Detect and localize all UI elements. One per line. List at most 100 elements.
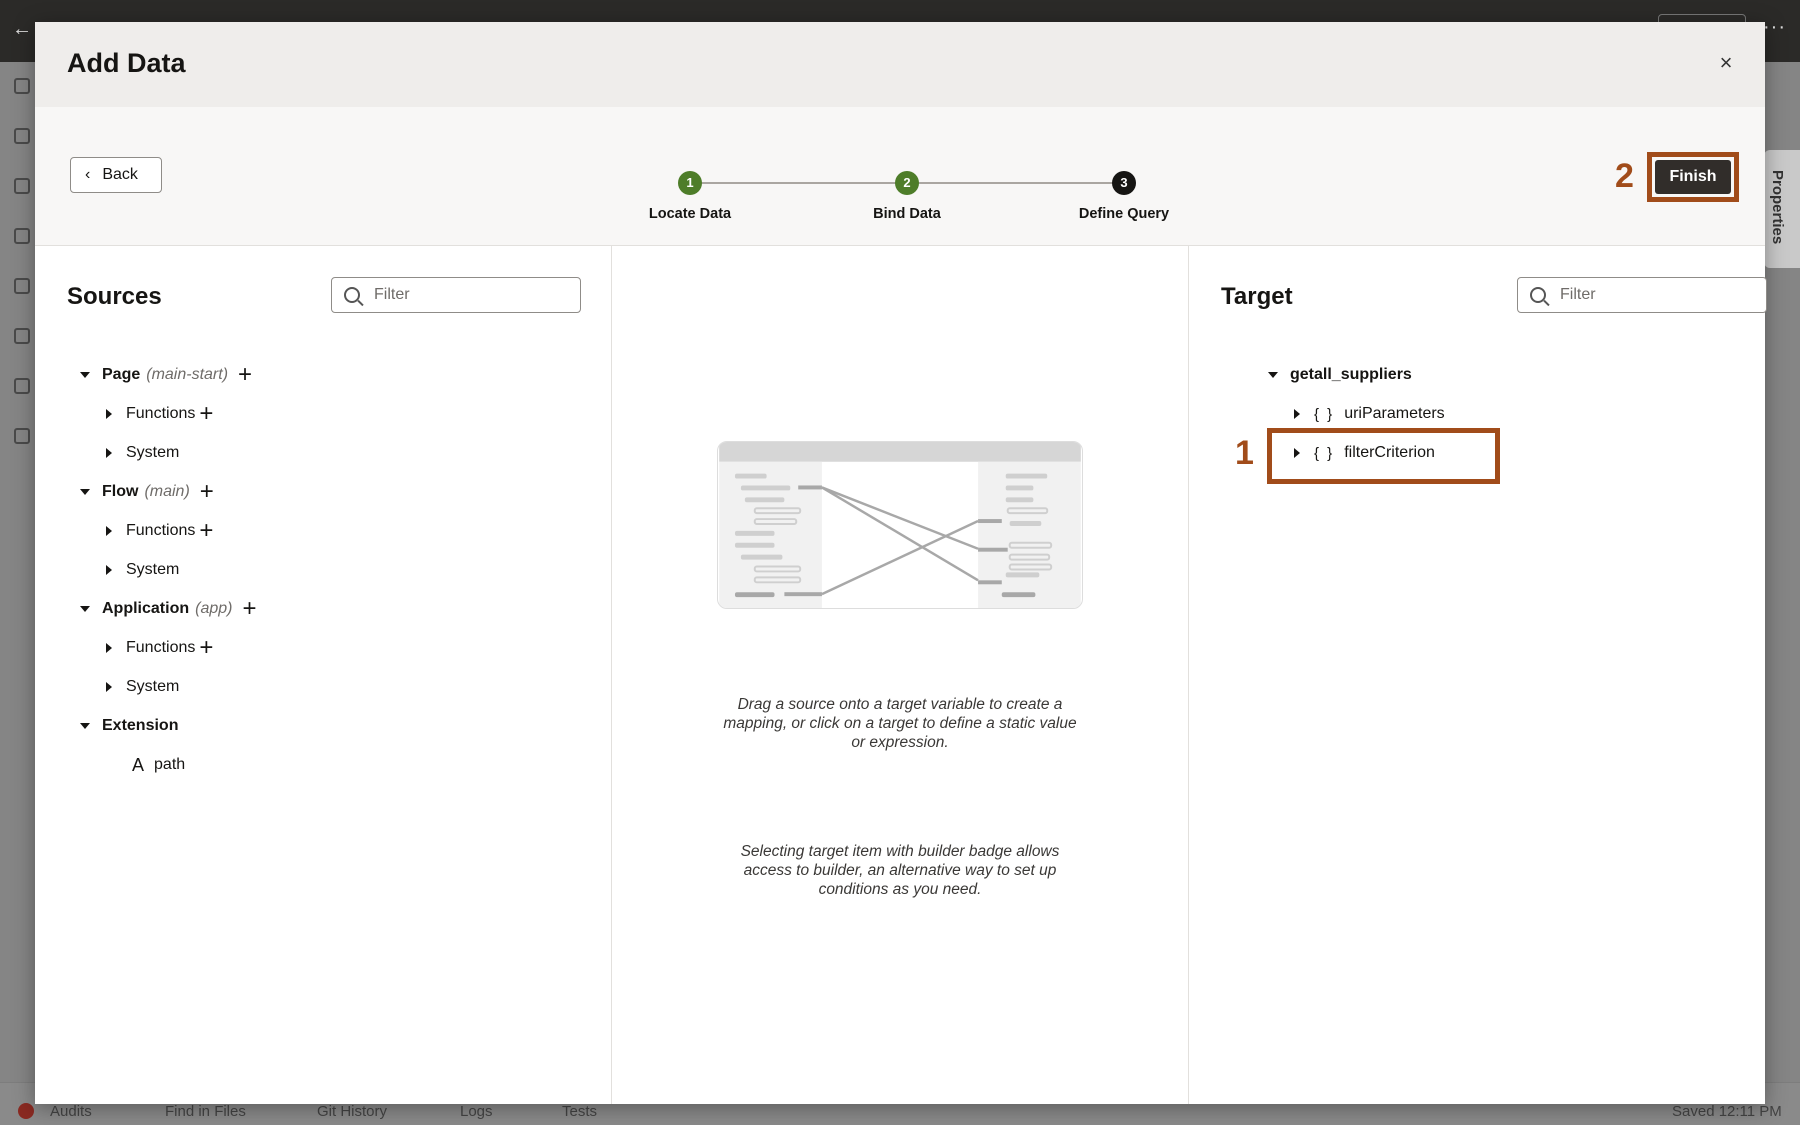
chevron-left-icon: ‹ [85, 166, 91, 183]
target-title: Target [1221, 283, 1293, 310]
caret-right-icon[interactable] [1294, 409, 1300, 419]
step-number: 3 [1112, 171, 1136, 195]
node-sublabel: (main) [144, 483, 190, 500]
node-sublabel: (app) [195, 600, 233, 617]
caret-down-icon[interactable] [80, 606, 90, 612]
annotation-number-2: 2 [1615, 157, 1634, 195]
tree-node-flow-system[interactable]: System [106, 556, 179, 584]
designer-icon[interactable] [14, 78, 30, 94]
caret-down-icon[interactable] [80, 723, 90, 729]
node-label: Flow [102, 483, 139, 500]
target-panel: Target getall_suppliers { } uriParameter… [1189, 246, 1767, 1104]
node-label: System [126, 561, 180, 578]
annotation-number-1: 1 [1235, 434, 1254, 472]
plus-icon[interactable]: + [200, 480, 214, 504]
bottom-tab-logs[interactable]: Logs [460, 1103, 493, 1120]
bottom-tab-find[interactable]: Find in Files [165, 1103, 246, 1120]
object-braces-icon: { } [1314, 405, 1335, 423]
add-data-dialog: Add Data × ‹ Back 1 Locate Data 2 Bind D… [35, 22, 1767, 1104]
search-icon [344, 287, 360, 303]
step-label: Define Query [1078, 206, 1170, 222]
step-define-query[interactable]: 3 Define Query [1034, 171, 1214, 222]
node-label: Functions [126, 639, 196, 656]
plus-icon[interactable]: + [238, 363, 252, 387]
app-left-rail [0, 62, 36, 1082]
properties-tab[interactable]: Properties [1764, 150, 1800, 268]
caret-down-icon[interactable] [1268, 372, 1278, 378]
sources-panel: Sources Page (main-start) + Functions + … [35, 246, 612, 1104]
components-icon[interactable] [14, 278, 30, 294]
more-icon[interactable]: ··· [1763, 16, 1786, 39]
tree-node-path[interactable]: A path [132, 751, 185, 779]
back-arrow-icon[interactable]: ← [12, 18, 32, 41]
step-label: Bind Data [873, 206, 941, 222]
bottom-tab-tests[interactable]: Tests [562, 1103, 597, 1120]
tree-node-page-functions[interactable]: Functions + [106, 400, 213, 428]
node-label: Functions [126, 522, 196, 539]
tree-node-flow-functions[interactable]: Functions + [106, 517, 213, 545]
finish-button[interactable]: Finish [1655, 160, 1731, 194]
step-locate-data[interactable]: 1 Locate Data [600, 171, 780, 222]
source-icon[interactable] [14, 378, 30, 394]
mapping-help-panel: Drag a source onto a target variable to … [612, 246, 1189, 1104]
dialog-title: Add Data [67, 48, 186, 78]
plus-icon[interactable]: + [199, 636, 213, 660]
node-label: Page [102, 366, 141, 383]
target-node-uri-parameters[interactable]: { } uriParameters [1294, 400, 1445, 428]
tree-node-application[interactable]: Application (app) + [80, 595, 256, 623]
node-label: uriParameters [1344, 405, 1445, 422]
annotation-highlight-filter-criterion [1267, 428, 1500, 484]
caret-down-icon[interactable] [80, 372, 90, 378]
bottom-tab-git[interactable]: Git History [317, 1103, 387, 1120]
tree-node-extension[interactable]: Extension [80, 712, 178, 740]
step-number: 1 [678, 171, 702, 195]
target-node-getall-suppliers[interactable]: getall_suppliers [1268, 361, 1412, 389]
tree-node-app-functions[interactable]: Functions + [106, 634, 213, 662]
caret-right-icon[interactable] [106, 448, 112, 458]
target-filter-input[interactable] [1560, 286, 1750, 304]
git-icon[interactable] [14, 428, 30, 444]
dialog-header: Add Data × [35, 22, 1765, 107]
tree-node-page[interactable]: Page (main-start) + [80, 361, 252, 389]
bottom-tab-audits[interactable]: Audits [50, 1103, 92, 1120]
plus-icon[interactable]: + [242, 597, 256, 621]
events-icon[interactable] [14, 128, 30, 144]
caret-right-icon[interactable] [106, 526, 112, 536]
sources-filter-input[interactable] [374, 286, 564, 304]
wizard-train: ‹ Back 1 Locate Data 2 Bind Data 3 Defin… [35, 107, 1765, 246]
close-icon[interactable]: × [1711, 48, 1741, 78]
tree-node-page-system[interactable]: System [106, 439, 179, 467]
node-label: Functions [126, 405, 196, 422]
tree-node-flow[interactable]: Flow (main) + [80, 478, 214, 506]
tree-node-app-system[interactable]: System [106, 673, 179, 701]
web-icon[interactable] [14, 328, 30, 344]
caret-right-icon[interactable] [106, 409, 112, 419]
string-type-icon: A [132, 754, 145, 775]
help-text-builder: Selecting target item with builder badge… [740, 843, 1060, 898]
caret-right-icon[interactable] [106, 643, 112, 653]
step-bind-data[interactable]: 2 Bind Data [817, 171, 997, 222]
actions-icon[interactable] [14, 228, 30, 244]
plus-icon[interactable]: + [199, 519, 213, 543]
variables-icon[interactable] [14, 178, 30, 194]
back-button[interactable]: ‹ Back [70, 157, 162, 193]
node-label: getall_suppliers [1290, 366, 1412, 383]
sources-filter[interactable] [331, 277, 581, 313]
node-label: Extension [102, 717, 179, 734]
plus-icon[interactable]: + [199, 402, 213, 426]
sources-title: Sources [67, 283, 162, 310]
caret-right-icon[interactable] [106, 682, 112, 692]
caret-right-icon[interactable] [106, 565, 112, 575]
back-label: Back [102, 166, 138, 183]
node-label: System [126, 678, 180, 695]
caret-down-icon[interactable] [80, 489, 90, 495]
saved-status: Saved 12:11 PM [1672, 1103, 1782, 1120]
step-label: Locate Data [648, 206, 732, 222]
mapping-illustration [717, 441, 1083, 609]
help-text-mapping: Drag a source onto a target variable to … [723, 696, 1077, 751]
node-sublabel: (main-start) [146, 366, 229, 383]
node-label: path [154, 756, 186, 773]
search-icon [1530, 287, 1546, 303]
target-filter[interactable] [1517, 277, 1767, 313]
node-label: Application [102, 600, 190, 617]
